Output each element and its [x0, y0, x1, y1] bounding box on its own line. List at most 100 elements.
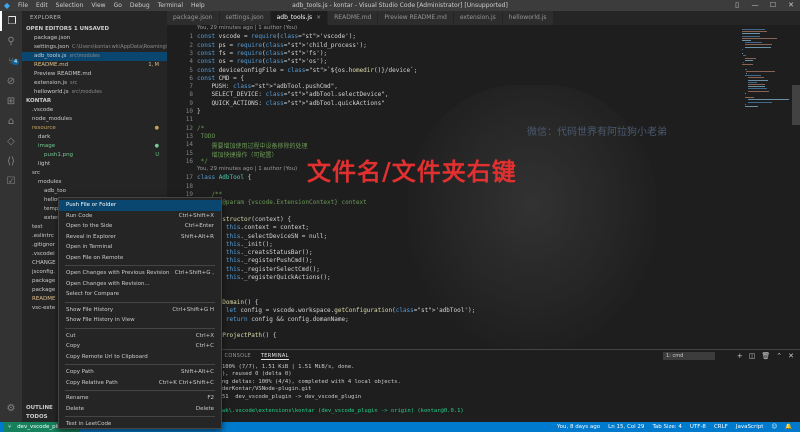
tree-item[interactable]: image ● [22, 142, 167, 151]
close-tab-icon[interactable]: × [316, 14, 321, 21]
codelens-annotation[interactable]: You, 29 minutes ago | 1 author (You) [197, 25, 297, 31]
tree-item[interactable]: resource ● [22, 124, 167, 133]
tree-item[interactable]: .vscode [22, 106, 167, 115]
menu-item-cut[interactable]: Cut Ctrl+X [59, 331, 221, 342]
tab-package-json[interactable]: package.json [167, 11, 220, 25]
code-line[interactable]: const ps = require(class="st">'child_pro… [197, 42, 367, 49]
code-line[interactable]: const CMD = { [197, 75, 244, 82]
eol[interactable]: CRLF [714, 424, 728, 430]
remote-icon[interactable]: ⌂ [0, 111, 22, 131]
settings-gear-icon[interactable]: ⚙ [0, 398, 22, 418]
menu-item-rename[interactable]: Rename F2 [59, 393, 221, 404]
tree-item[interactable]: adb_too [22, 187, 167, 196]
menu-item-debug[interactable]: Debug [126, 2, 154, 9]
code-editor[interactable]: 1234567891011121314151617181920212223242… [167, 25, 800, 349]
todo-icon[interactable]: ☑ [0, 171, 22, 191]
menu-item-edit[interactable]: Edit [32, 2, 52, 9]
tab-helloworld-js[interactable]: helloworld.js [502, 11, 554, 25]
code-line[interactable]: /* [197, 125, 204, 132]
tree-item[interactable]: push1.png U [22, 151, 167, 160]
menu-item-view[interactable]: View [87, 2, 109, 9]
add-terminal-icon[interactable]: + [737, 352, 743, 360]
open-editor-item[interactable]: settings.json C:\Users\kontar.wk\AppData\… [22, 43, 167, 52]
menu-item-show-file-history[interactable]: Show File History Ctrl+Shift+G H [59, 305, 221, 316]
menu-item-open-changes-with-revision[interactable]: Open Changes with Revision... [59, 279, 221, 290]
blame-status[interactable]: You, 8 days ago [557, 424, 600, 430]
menu-item-open-file-on-remote[interactable]: Open File on Remote [59, 253, 221, 264]
code-line[interactable]: const os = require(class="st">'os'); [197, 58, 327, 65]
menu-item-test-in-leetcode[interactable]: Test in LeetCode [59, 419, 221, 430]
code-line[interactable]: QUICK_ACTIONS: class="st">"adbTool.quick… [197, 100, 384, 107]
trash-icon[interactable]: 🗑 [761, 352, 770, 360]
panel-tab-terminal[interactable]: TERMINAL [260, 353, 289, 360]
menu-item-copy[interactable]: Copy Ctrl+C [59, 341, 221, 352]
menu-item-delete[interactable]: Delete Delete [59, 404, 221, 415]
tree-item[interactable]: light [22, 160, 167, 169]
workspace-section[interactable]: KONTAR [22, 97, 167, 106]
tab-readme-md[interactable]: README.md [328, 11, 379, 25]
menu-item-select-for-compare[interactable]: Select for Compare [59, 289, 221, 300]
open-editor-item[interactable]: package.json [22, 34, 167, 43]
menu-item-reveal-in-explorer[interactable]: Reveal in Explorer Shift+Alt+R [59, 232, 221, 243]
tab-settings-json[interactable]: settings.json [219, 11, 271, 25]
minimap[interactable] [742, 25, 792, 349]
cursor-position[interactable]: Ln 15, Col 29 [608, 424, 644, 430]
code-line[interactable]: * @param {vscode.ExtensionContext} conte… [197, 199, 367, 206]
code-line[interactable]: class AdbTool { [197, 174, 251, 181]
feedback-icon[interactable]: ☺ [771, 424, 777, 430]
maximize-button[interactable]: ☐ [764, 0, 782, 11]
code-line[interactable]: } [197, 108, 201, 115]
code-line[interactable]: const deviceConfigFile = class="st">`${o… [197, 67, 417, 74]
code-line[interactable]: */ [197, 158, 208, 165]
code-line[interactable]: const fs = require(class="st">'fs'); [197, 50, 327, 57]
scrollbar-thumb[interactable] [792, 85, 800, 125]
open-editor-item[interactable]: Preview README.md [22, 70, 167, 79]
open-editors-section[interactable]: OPEN EDITORS 1 UNSAVED [22, 25, 167, 34]
code-area[interactable]: You, 29 minutes ago | 1 author (You) cons… [197, 25, 737, 349]
tab-extension-js[interactable]: extension.js [453, 11, 503, 25]
editor-scrollbar[interactable] [792, 25, 800, 349]
menu-item-push-file-or-folder[interactable]: Push File or Folder [59, 200, 221, 211]
menu-item-copy-relative-path[interactable]: Copy Relative Path Ctrl+K Ctrl+Shift+C [59, 378, 221, 389]
menu-item-help[interactable]: Help [187, 2, 209, 9]
code-line[interactable]: let config = vscode.workspace.getConfigu… [197, 307, 475, 314]
split-terminal-icon[interactable]: ◫ [749, 352, 756, 360]
menu-item-go[interactable]: Go [110, 2, 126, 9]
open-editor-item[interactable]: extension.js src [22, 79, 167, 88]
menu-item-copy-remote-url-to-clipboard[interactable]: Copy Remote Url to Clipboard [59, 352, 221, 363]
code-line[interactable]: TODO [197, 133, 215, 140]
menu-item-open-to-the-side[interactable]: Open to the Side Ctrl+Enter [59, 221, 221, 232]
tab-size[interactable]: Tab Size: 4 [652, 424, 681, 430]
terminal-output[interactable]: 100% (7/7), 1.51 KiB | 1.51 MiB/s, done.… [222, 364, 464, 416]
code-line[interactable]: SELECT_DEVICE: class="st">"adbTool.selec… [197, 91, 388, 98]
menu-item-file[interactable]: File [14, 2, 32, 9]
minimize-button[interactable]: — [746, 0, 764, 11]
tree-item[interactable]: node_modules [22, 115, 167, 124]
encoding[interactable]: UTF-8 [690, 424, 706, 430]
layout-icon[interactable]: ▯ [728, 0, 746, 11]
tab-adb-tools-js[interactable]: adb_tools.js × [270, 11, 329, 25]
tab-preview-readme-md[interactable]: Preview README.md [378, 11, 454, 25]
bell-icon[interactable]: 🔔 [785, 424, 792, 430]
close-panel-icon[interactable]: ✕ [788, 352, 794, 360]
code-line[interactable]: PUSH: class="st">"adbTool.pushCmd", [197, 83, 337, 90]
tree-item[interactable]: src [22, 169, 167, 178]
extensions-icon[interactable]: ⊞ [0, 91, 22, 111]
explorer-icon[interactable]: ❐ [0, 11, 22, 31]
gitlens-icon[interactable]: ◇ [0, 131, 22, 151]
menu-item-run-code[interactable]: Run Code Ctrl+Shift+X [59, 211, 221, 222]
code-line[interactable]: 增加快捷操作（可配置） [197, 150, 277, 159]
open-editor-item[interactable]: adb_tools.js src\modules [22, 52, 167, 61]
menu-item-open-changes-with-previous-revision[interactable]: Open Changes with Previous Revision Ctrl+… [59, 268, 221, 279]
menu-item-selection[interactable]: Selection [52, 2, 88, 9]
codelens-annotation[interactable]: You, 29 minutes ago | 1 author (You) [197, 166, 297, 172]
code-line[interactable]: const vscode = require(class="st">'vscod… [197, 33, 356, 40]
open-editor-item[interactable]: README.md 1, M [22, 61, 167, 70]
open-editor-item[interactable]: helloworld.js src\modules [22, 88, 167, 97]
tree-item[interactable]: dark [22, 133, 167, 142]
leetcode-icon[interactable]: ⟨⟩ [0, 151, 22, 171]
search-icon[interactable]: ⚲ [0, 31, 22, 51]
menu-item-copy-path[interactable]: Copy Path Shift+Alt+C [59, 367, 221, 378]
menu-item-show-file-history-in-view[interactable]: Show File History in View [59, 315, 221, 326]
menu-item-open-in-terminal[interactable]: Open in Terminal [59, 242, 221, 253]
